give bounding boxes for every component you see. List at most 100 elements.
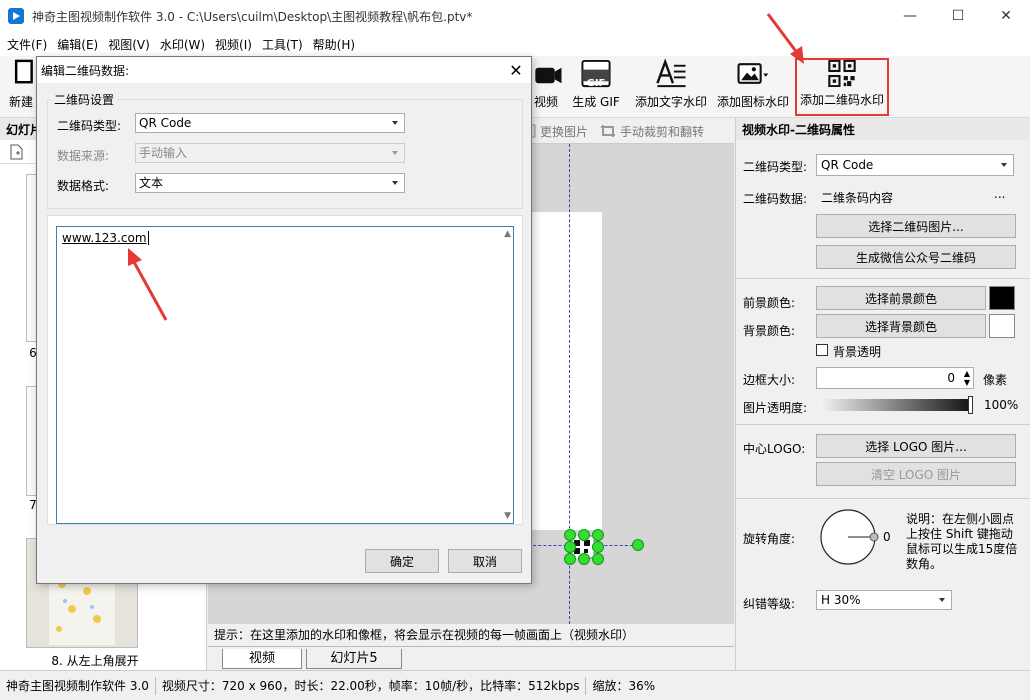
- resize-handle-left[interactable]: [564, 541, 576, 553]
- dialog-footer: 确定 取消: [37, 537, 531, 583]
- menu-file[interactable]: 文件(F): [2, 36, 52, 53]
- dialog-format-select[interactable]: 文本: [135, 173, 405, 193]
- ecc-level-label: 纠错等级:: [743, 597, 796, 611]
- gif-icon-text: GIF: [586, 78, 606, 89]
- separator: [736, 498, 1030, 499]
- menu-bar: 文件(F) 编辑(E) 视图(V) 水印(W) 视频(I) 工具(T) 帮助(H…: [0, 32, 1030, 56]
- status-app-name: 神奇主图视频制作软件 3.0: [0, 676, 156, 695]
- text-watermark-icon: [656, 58, 686, 88]
- add-qr-watermark-button[interactable]: 添加二维码水印: [795, 58, 889, 116]
- video-camera-icon: [535, 67, 562, 84]
- opacity-slider-thumb[interactable]: [968, 396, 973, 414]
- resize-handle-top-right[interactable]: [592, 529, 604, 541]
- dialog-type-label: 二维码类型:: [57, 119, 122, 133]
- resize-handle-top[interactable]: [578, 529, 590, 541]
- text-cursor: [147, 231, 149, 245]
- border-size-spinner[interactable]: 0 ▲ ▼: [816, 367, 974, 389]
- menu-watermark[interactable]: 水印(W): [155, 36, 210, 53]
- menu-view[interactable]: 视图(V): [103, 36, 155, 53]
- crop-icon: [601, 125, 615, 137]
- ecc-level-value: H 30%: [821, 593, 861, 607]
- menu-help[interactable]: 帮助(H): [308, 36, 360, 53]
- resize-handle-right[interactable]: [592, 541, 604, 553]
- ok-button[interactable]: 确定: [365, 549, 439, 573]
- separator: [736, 278, 1030, 279]
- title-bar: 神奇主图视频制作软件 3.0 - C:\Users\cuilm\Desktop\…: [0, 0, 1030, 32]
- qr-type-select[interactable]: QR Code: [816, 154, 1014, 176]
- new-label: 新建: [8, 95, 33, 109]
- maximize-button[interactable]: ☐: [934, 0, 982, 32]
- qr-data-label: 二维码数据:: [743, 192, 808, 206]
- add-icon-watermark-button[interactable]: 添加图标水印: [714, 58, 792, 116]
- text-watermark-label: 添加文字水印: [634, 95, 707, 109]
- rotation-note: 说明：在左侧小圆点上按住 Shift 键拖动鼠标可以生成15度倍数角。: [906, 512, 1018, 571]
- scroll-up-icon[interactable]: ▲: [504, 229, 511, 239]
- scroll-down-icon[interactable]: ▼: [504, 511, 511, 521]
- menu-edit[interactable]: 编辑(E): [52, 36, 103, 53]
- qr-type-value: QR Code: [821, 158, 874, 172]
- opacity-slider-track[interactable]: [820, 399, 972, 411]
- select-bg-color-button[interactable]: 选择背景颜色: [816, 314, 986, 338]
- add-slide-icon[interactable]: [8, 144, 24, 160]
- resize-handle-bottom-left[interactable]: [564, 553, 576, 565]
- rotation-value: 0: [883, 530, 891, 544]
- bg-color-swatch[interactable]: [989, 314, 1015, 338]
- icon-watermark-label: 添加图标水印: [716, 95, 789, 109]
- dialog-format-label: 数据格式:: [57, 179, 110, 193]
- close-window-button[interactable]: ✕: [982, 0, 1030, 32]
- menu-tools[interactable]: 工具(T): [257, 36, 308, 53]
- dialog-type-value: QR Code: [139, 116, 192, 130]
- ecc-level-select[interactable]: H 30%: [816, 590, 952, 610]
- crop-flip-button[interactable]: 手动裁剪和翻转: [620, 123, 704, 140]
- rotation-label: 旋转角度:: [743, 532, 796, 546]
- qr-type-label: 二维码类型:: [743, 160, 808, 174]
- new-file-icon: [14, 59, 33, 84]
- fg-color-label: 前景颜色:: [743, 296, 796, 310]
- generate-gif-button[interactable]: GIF 生成 GIF: [570, 58, 622, 116]
- spinner-arrows-icon[interactable]: ▲ ▼: [964, 369, 970, 387]
- status-zoom: 缩放：36%: [592, 678, 656, 693]
- rotation-dial[interactable]: [818, 508, 888, 568]
- status-bar: 神奇主图视频制作软件 3.0 视频尺寸：720 x 960，时长：22.00秒，…: [0, 670, 1030, 700]
- replace-image-button[interactable]: 更换图片: [540, 123, 588, 140]
- center-logo-label: 中心LOGO:: [743, 442, 806, 456]
- clear-logo-button[interactable]: 清空 LOGO 图片: [816, 462, 1016, 486]
- dialog-titlebar: 编辑二维码数据: ✕: [37, 57, 531, 83]
- opacity-label: 图片透明度:: [743, 401, 808, 415]
- red-arrow-pointer-icon: [128, 248, 168, 321]
- qr-data-text-container: www.123.com ▲ ▼: [47, 215, 523, 525]
- video-label: 视频: [533, 95, 558, 109]
- gif-label: 生成 GIF: [572, 95, 620, 109]
- dialog-source-label: 数据来源:: [57, 149, 110, 163]
- resize-handle-bottom[interactable]: [578, 553, 590, 565]
- dialog-format-value: 文本: [139, 176, 164, 190]
- dialog-source-value: 手动输入: [139, 146, 188, 160]
- qr-data-field: 二维条码内容: [816, 186, 1014, 208]
- dialog-source-select[interactable]: 手动输入: [135, 143, 405, 163]
- rotate-handle[interactable]: [632, 539, 644, 551]
- bg-transparent-checkbox[interactable]: [816, 344, 828, 356]
- generate-wechat-qr-button[interactable]: 生成微信公众号二维码: [816, 245, 1016, 269]
- select-logo-button[interactable]: 选择 LOGO 图片...: [816, 434, 1016, 458]
- dialog-type-select[interactable]: QR Code: [135, 113, 405, 133]
- tab-slide-5[interactable]: 幻灯片5: [306, 649, 402, 669]
- fg-color-swatch[interactable]: [989, 286, 1015, 310]
- properties-panel: 视频水印-二维码属性 二维码类型: QR Code 二维码数据: 二维条码内容 …: [735, 118, 1030, 670]
- cancel-button[interactable]: 取消: [448, 549, 522, 573]
- select-qr-image-button[interactable]: 选择二维码图片...: [816, 214, 1016, 238]
- resize-handle-bottom-right[interactable]: [592, 553, 604, 565]
- border-size-value: 0: [947, 371, 955, 385]
- qr-watermark-label: 添加二维码水印: [799, 93, 884, 107]
- window-title: 神奇主图视频制作软件 3.0 - C:\Users\cuilm\Desktop\…: [32, 9, 473, 24]
- minimize-button[interactable]: —: [886, 0, 934, 32]
- tab-video[interactable]: 视频: [222, 649, 302, 669]
- qr-data-value: 二维条码内容: [821, 190, 894, 205]
- qr-data-more-button[interactable]: ...: [994, 187, 1005, 201]
- dialog-close-button[interactable]: ✕: [505, 59, 527, 81]
- select-fg-color-button[interactable]: 选择前景颜色: [816, 286, 986, 310]
- app-logo-icon: [8, 8, 24, 24]
- new-button[interactable]: 新建: [4, 58, 38, 116]
- add-text-watermark-button[interactable]: 添加文字水印: [632, 58, 710, 116]
- resize-handle-top-left[interactable]: [564, 529, 576, 541]
- menu-video[interactable]: 视频(I): [210, 36, 257, 53]
